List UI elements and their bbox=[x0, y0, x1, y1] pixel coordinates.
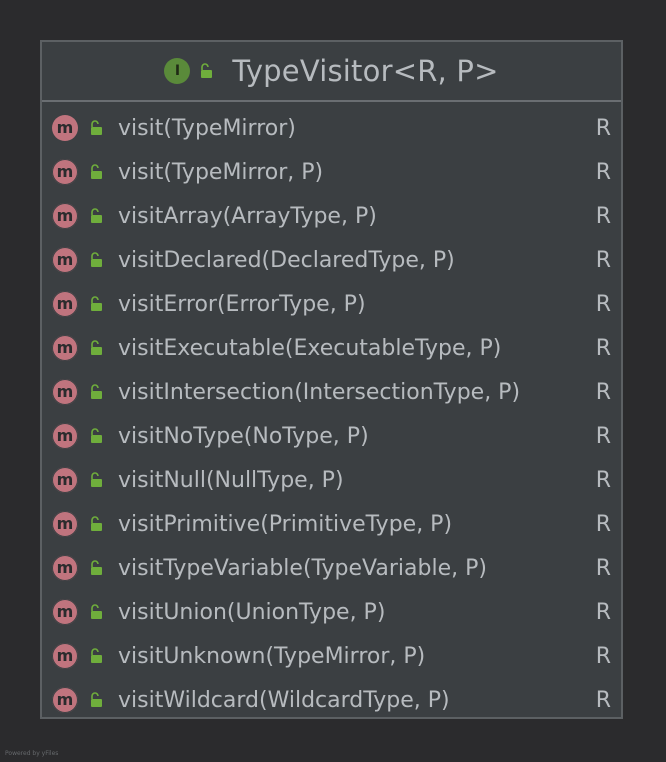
method-row[interactable]: m visitArray(ArrayType, P) R bbox=[42, 194, 621, 238]
unlock-icon bbox=[91, 120, 102, 135]
method-icon: m bbox=[52, 467, 78, 493]
method-signature: visitNoType(NoType, P) bbox=[118, 423, 369, 449]
method-row[interactable]: m visitIntersection(IntersectionType, P) R bbox=[42, 370, 621, 414]
method-icon: m bbox=[52, 423, 78, 449]
return-type: R bbox=[595, 379, 611, 405]
method-signature: visit(TypeMirror) bbox=[118, 115, 296, 141]
method-signature: visitTypeVariable(TypeVariable, P) bbox=[118, 555, 487, 581]
return-type: R bbox=[595, 159, 611, 185]
unlock-icon bbox=[91, 516, 102, 531]
method-icon: m bbox=[52, 511, 78, 537]
method-row[interactable]: m visit(TypeMirror) R bbox=[42, 106, 621, 150]
method-signature: visitArray(ArrayType, P) bbox=[118, 203, 377, 229]
unlock-icon bbox=[91, 296, 102, 311]
unlock-icon bbox=[91, 560, 102, 575]
method-icon: m bbox=[52, 247, 78, 273]
method-signature: visitUnion(UnionType, P) bbox=[118, 599, 386, 625]
unlock-icon bbox=[91, 472, 102, 487]
method-icon: m bbox=[52, 115, 78, 141]
return-type: R bbox=[595, 599, 611, 625]
return-type: R bbox=[595, 511, 611, 537]
method-signature: visitDeclared(DeclaredType, P) bbox=[118, 247, 455, 273]
method-icon: m bbox=[52, 687, 78, 713]
method-signature: visitError(ErrorType, P) bbox=[118, 291, 366, 317]
method-icon: m bbox=[52, 335, 78, 361]
unlock-icon bbox=[91, 604, 102, 619]
method-icon: m bbox=[52, 379, 78, 405]
method-row[interactable]: m visitWildcard(WildcardType, P) R bbox=[42, 678, 621, 722]
method-icon: m bbox=[52, 291, 78, 317]
unlock-icon bbox=[91, 208, 102, 223]
method-signature: visitUnknown(TypeMirror, P) bbox=[118, 643, 426, 669]
unlock-icon bbox=[201, 63, 213, 78]
return-type: R bbox=[595, 687, 611, 713]
uml-class-box[interactable]: I TypeVisitor<R, P> m visit(TypeMirror) Rm… bbox=[40, 40, 623, 719]
unlock-icon bbox=[91, 384, 102, 399]
unlock-icon bbox=[91, 252, 102, 267]
return-type: R bbox=[595, 335, 611, 361]
return-type: R bbox=[595, 203, 611, 229]
method-list: m visit(TypeMirror) Rm visit(TypeMirror, P)… bbox=[42, 102, 621, 722]
class-title: TypeVisitor<R, P> bbox=[232, 54, 499, 88]
method-row[interactable]: m visitUnion(UnionType, P) R bbox=[42, 590, 621, 634]
return-type: R bbox=[595, 247, 611, 273]
method-signature: visitIntersection(IntersectionType, P) bbox=[118, 379, 521, 405]
unlock-icon bbox=[91, 164, 102, 179]
class-header: I TypeVisitor<R, P> bbox=[42, 42, 621, 102]
method-icon: m bbox=[52, 203, 78, 229]
method-signature: visitWildcard(WildcardType, P) bbox=[118, 687, 450, 713]
method-icon: m bbox=[52, 555, 78, 581]
method-icon: m bbox=[52, 599, 78, 625]
method-row[interactable]: m visitDeclared(DeclaredType, P) R bbox=[42, 238, 621, 282]
method-icon: m bbox=[52, 159, 78, 185]
return-type: R bbox=[595, 423, 611, 449]
method-icon: m bbox=[52, 643, 78, 669]
method-row[interactable]: m visitPrimitive(PrimitiveType, P) R bbox=[42, 502, 621, 546]
method-signature: visit(TypeMirror, P) bbox=[118, 159, 324, 185]
method-row[interactable]: m visitExecutable(ExecutableType, P) R bbox=[42, 326, 621, 370]
method-signature: visitExecutable(ExecutableType, P) bbox=[118, 335, 502, 361]
unlock-icon bbox=[91, 692, 102, 707]
unlock-icon bbox=[91, 648, 102, 663]
unlock-icon bbox=[91, 340, 102, 355]
return-type: R bbox=[595, 467, 611, 493]
return-type: R bbox=[595, 291, 611, 317]
method-row[interactable]: m visitNoType(NoType, P) R bbox=[42, 414, 621, 458]
unlock-icon bbox=[91, 428, 102, 443]
method-row[interactable]: m visitUnknown(TypeMirror, P) R bbox=[42, 634, 621, 678]
method-row[interactable]: m visitTypeVariable(TypeVariable, P) R bbox=[42, 546, 621, 590]
method-signature: visitPrimitive(PrimitiveType, P) bbox=[118, 511, 453, 537]
method-row[interactable]: m visitError(ErrorType, P) R bbox=[42, 282, 621, 326]
powered-by-label: Powered by yFiles bbox=[5, 750, 59, 757]
method-signature: visitNull(NullType, P) bbox=[118, 467, 344, 493]
return-type: R bbox=[595, 115, 611, 141]
diagram-canvas: I TypeVisitor<R, P> m visit(TypeMirror) Rm… bbox=[0, 0, 666, 762]
method-row[interactable]: m visit(TypeMirror, P) R bbox=[42, 150, 621, 194]
interface-icon: I bbox=[164, 58, 191, 84]
return-type: R bbox=[595, 643, 611, 669]
method-row[interactable]: m visitNull(NullType, P) R bbox=[42, 458, 621, 502]
return-type: R bbox=[595, 555, 611, 581]
